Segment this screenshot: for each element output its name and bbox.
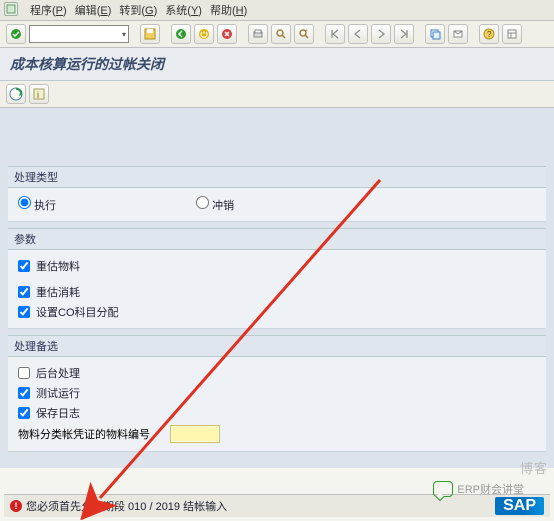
chk-test-run[interactable] — [18, 387, 30, 399]
prev-page-button[interactable] — [348, 24, 368, 44]
find-next-button[interactable]: + — [294, 24, 314, 44]
group-title-processing-options: 处理备选 — [8, 335, 546, 357]
page-title: 成本核算运行的过帐关闭 — [0, 48, 554, 81]
wechat-icon — [433, 481, 453, 497]
chk-reval-consumption[interactable] — [18, 286, 30, 298]
new-session-button[interactable] — [425, 24, 445, 44]
enter-button[interactable] — [6, 24, 26, 44]
next-page-button[interactable] — [371, 24, 391, 44]
print-button[interactable] — [248, 24, 268, 44]
last-page-button[interactable] — [394, 24, 414, 44]
menu-edit[interactable]: 编辑(E) — [75, 2, 112, 18]
help-button[interactable]: ? — [479, 24, 499, 44]
screen-canvas: 处理类型 执行 冲销 参数 重估物料 重估消耗 设置CO科目分配 处理备选 后台… — [0, 108, 554, 468]
group-title-parameters: 参数 — [8, 228, 546, 250]
first-page-button[interactable] — [325, 24, 345, 44]
shortcut-button[interactable] — [448, 24, 468, 44]
menu-icon[interactable] — [4, 2, 18, 16]
menu-bar: 程序(P) 编辑(E) 转到(G) 系统(Y) 帮助(H) — [0, 0, 554, 21]
standard-toolbar: ▾ + ? — [0, 21, 554, 48]
watermark-secondary: 博客 — [520, 458, 548, 477]
group-parameters: 参数 重估物料 重估消耗 设置CO科目分配 — [8, 228, 546, 329]
radio-reverse[interactable]: 冲销 — [196, 196, 234, 213]
chk-co-account-alloc[interactable] — [18, 306, 30, 318]
svg-text:+: + — [305, 28, 308, 34]
menu-system[interactable]: 系统(Y) — [165, 2, 202, 18]
layout-button[interactable] — [502, 24, 522, 44]
watermark-primary: ERP财会讲堂 — [433, 481, 524, 497]
status-message: 您必须首先允许期段 010 / 2019 结帐输入 — [26, 498, 227, 514]
group-processing-type: 处理类型 执行 冲销 — [8, 166, 546, 222]
svg-text:?: ? — [487, 30, 492, 39]
material-doc-range-label: 物料分类帐凭证的物料编号 — [18, 426, 150, 442]
command-field[interactable]: ▾ — [29, 25, 129, 43]
group-processing-options: 处理备选 后台处理 测试运行 保存日志 物料分类帐凭证的物料编号 — [8, 335, 546, 452]
material-doc-range-input[interactable] — [170, 425, 220, 443]
group-title-processing-type: 处理类型 — [8, 166, 546, 188]
find-button[interactable] — [271, 24, 291, 44]
chevron-down-icon: ▾ — [122, 30, 126, 39]
menu-program[interactable]: 程序(P) — [30, 2, 67, 18]
status-bar: ! 您必须首先允许期段 010 / 2019 结帐输入 SAP — [4, 494, 550, 517]
sap-logo: SAP — [495, 497, 544, 515]
svg-text:i: i — [37, 90, 39, 100]
radio-execute[interactable]: 执行 — [18, 196, 56, 213]
save-button[interactable] — [140, 24, 160, 44]
chk-background[interactable] — [18, 367, 30, 379]
chk-save-log[interactable] — [18, 407, 30, 419]
execute-button[interactable] — [6, 84, 26, 104]
chk-reval-material[interactable] — [18, 260, 30, 272]
application-toolbar: i — [0, 81, 554, 108]
menu-goto[interactable]: 转到(G) — [119, 2, 157, 18]
menu-help[interactable]: 帮助(H) — [210, 2, 247, 18]
exit-button[interactable] — [194, 24, 214, 44]
back-button[interactable] — [171, 24, 191, 44]
error-icon: ! — [10, 500, 22, 512]
information-button[interactable]: i — [29, 84, 49, 104]
cancel-button[interactable] — [217, 24, 237, 44]
